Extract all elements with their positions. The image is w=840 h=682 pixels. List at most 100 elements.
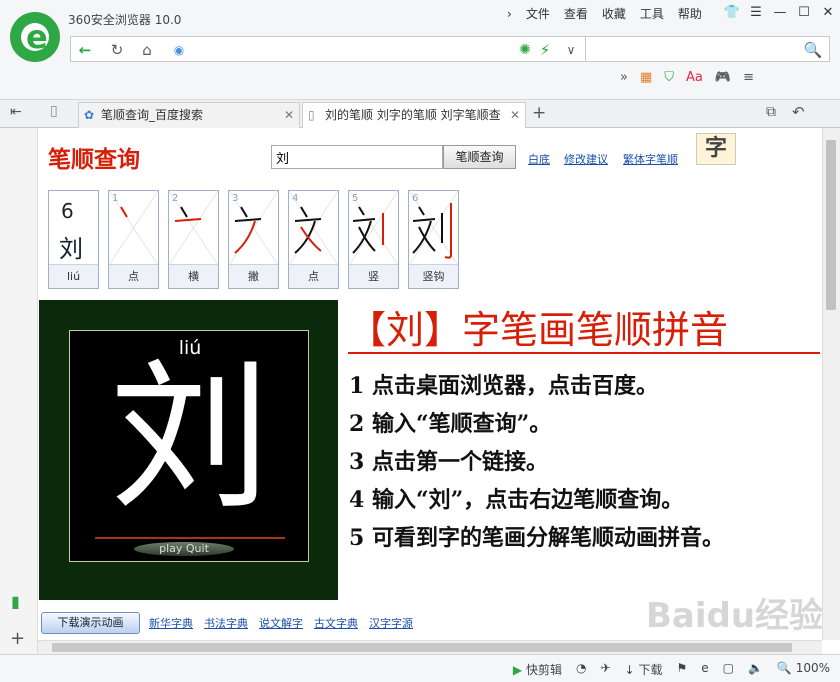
progress-line bbox=[95, 537, 285, 539]
horizontal-scrollbar[interactable] bbox=[38, 640, 822, 654]
link-white-bg[interactable]: 白底 bbox=[528, 151, 550, 167]
game-icon[interactable]: 🎮 bbox=[715, 70, 731, 85]
hscroll-thumb[interactable] bbox=[52, 643, 792, 652]
skin-icon[interactable]: 👕 bbox=[720, 2, 744, 24]
link-ancient[interactable]: 古文字典 bbox=[314, 615, 358, 631]
tab-close-icon[interactable]: ✕ bbox=[284, 103, 294, 127]
search-icon[interactable]: 🔍 bbox=[803, 40, 823, 60]
char-query-input[interactable] bbox=[271, 145, 443, 169]
address-bar[interactable]: ← ↻ ⌂ ◉ ✺ ⚡ ∨ bbox=[70, 36, 586, 62]
window-icon[interactable]: ▢ bbox=[723, 661, 734, 678]
stroke-card[interactable]: 2 横 bbox=[168, 190, 219, 289]
summary-pinyin: liú bbox=[49, 265, 98, 288]
close-icon[interactable]: ✕ bbox=[816, 2, 840, 24]
page-icon: ▯ bbox=[308, 108, 315, 122]
tab-baidu[interactable]: ✿ 笔顺查询_百度搜索 ✕ bbox=[78, 102, 300, 128]
refresh-icon[interactable]: ↻ bbox=[107, 40, 127, 60]
sidebar-toggle-icon[interactable]: ⇤ bbox=[10, 104, 22, 120]
site-info-icon[interactable]: ◉ bbox=[169, 40, 189, 60]
animation-char: 刘 bbox=[109, 344, 270, 531]
play-quit-control[interactable]: play Quit bbox=[134, 542, 234, 556]
home-icon[interactable]: ⌂ bbox=[137, 40, 157, 60]
speed-icon[interactable]: ◔ bbox=[576, 661, 586, 678]
tab-bar: ⇤ ▯ ✿ 笔顺查询_百度搜索 ✕ ▯ 刘的笔顺 刘字的笔顺 刘字笔顺查 ✕ +… bbox=[0, 100, 840, 128]
menu-bar: › 文件 查看 收藏 工具 帮助 bbox=[500, 6, 709, 22]
stroke-count: 6 bbox=[61, 199, 74, 223]
stroke-card[interactable]: 3 撇 bbox=[228, 190, 279, 289]
menu-file[interactable]: 文件 bbox=[519, 6, 557, 22]
menu-help[interactable]: 帮助 bbox=[671, 6, 709, 22]
baidu-paw-icon: ✿ bbox=[84, 108, 95, 122]
download-animation-button[interactable]: 下载演示动画 bbox=[41, 612, 140, 634]
instruction-step: 4 输入“刘”，点击右边笔顺查询。 bbox=[349, 487, 684, 513]
vertical-scrollbar[interactable] bbox=[822, 128, 840, 640]
link-traditional[interactable]: 繁体字笔顺 bbox=[623, 151, 678, 167]
stroke-card[interactable]: 1 点 bbox=[108, 190, 159, 289]
minimize-icon[interactable]: — bbox=[768, 2, 792, 24]
back-icon[interactable]: ← bbox=[75, 40, 95, 60]
instruction-list: 1 点击桌面浏览器，点击百度。 2 输入“笔顺查询”。 3 点击第一个链接。 4… bbox=[349, 367, 724, 557]
flag-icon[interactable]: ⚑ bbox=[676, 661, 687, 678]
app-title: 360安全浏览器 10.0 bbox=[68, 13, 182, 27]
menu-view[interactable]: 查看 bbox=[557, 6, 595, 22]
stroke-name: 撇 bbox=[229, 265, 278, 288]
scroll-thumb[interactable] bbox=[826, 140, 836, 310]
stroke-name: 竖 bbox=[349, 265, 398, 288]
stroke-name: 竖钩 bbox=[409, 265, 458, 288]
query-button[interactable]: 笔顺查询 bbox=[443, 145, 516, 169]
tab-close-icon[interactable]: ✕ bbox=[510, 103, 520, 127]
new-tab-icon[interactable]: + bbox=[532, 103, 546, 123]
tab-stroke-order[interactable]: ▯ 刘的笔顺 刘字的笔顺 刘字笔顺查 ✕ bbox=[302, 102, 526, 128]
shield-icon[interactable]: ⛉ bbox=[664, 70, 674, 85]
download-item[interactable]: ↓ 下载 bbox=[625, 661, 663, 678]
stroke-animation-panel: liú 刘 play Quit bbox=[39, 300, 338, 600]
dropdown-icon[interactable]: ∨ bbox=[561, 40, 581, 60]
menu-expand-icon[interactable]: › bbox=[500, 6, 519, 22]
link-calligraphy[interactable]: 书法字典 bbox=[204, 615, 248, 631]
site-brand[interactable]: 笔顺查询 bbox=[48, 140, 140, 174]
apps-icon[interactable]: ▦ bbox=[640, 70, 652, 85]
translate-icon[interactable]: Aa bbox=[686, 70, 703, 85]
stroke-summary: 6 刘 liú bbox=[48, 190, 99, 289]
menu-tools[interactable]: 工具 bbox=[633, 6, 671, 22]
undo-close-icon[interactable]: ↶ bbox=[792, 103, 805, 121]
title-underline bbox=[348, 352, 820, 354]
browser-titlebar: 360安全浏览器 10.0 › 文件 查看 收藏 工具 帮助 👕 ☰ — ☐ ✕… bbox=[0, 0, 840, 100]
stroke-card[interactable]: 5 竖 bbox=[348, 190, 399, 289]
speed-mode-icon[interactable]: ⚡ bbox=[535, 40, 555, 60]
play-button[interactable]: play bbox=[159, 542, 182, 555]
quit-button[interactable]: Quit bbox=[186, 542, 209, 555]
add-sidebar-icon[interactable]: + bbox=[10, 628, 25, 649]
menu-favorites[interactable]: 收藏 bbox=[595, 6, 633, 22]
browser-logo-icon[interactable] bbox=[10, 12, 60, 62]
search-box[interactable]: 🔍 bbox=[586, 36, 830, 62]
pin-icon[interactable]: ✈ bbox=[600, 661, 610, 678]
tab-list-icon[interactable]: ⧉ bbox=[766, 104, 776, 120]
link-xinhua[interactable]: 新华字典 bbox=[149, 615, 193, 631]
link-shuowen[interactable]: 说文解字 bbox=[259, 615, 303, 631]
page-content: 笔顺查询 笔顺查询 白底 修改建议 繁体字笔顺 字 6 刘 liú 1 点 2 … bbox=[38, 128, 822, 640]
menu-icon[interactable]: ☰ bbox=[744, 2, 768, 24]
battery-icon[interactable]: ▮ bbox=[11, 592, 20, 611]
link-suggest[interactable]: 修改建议 bbox=[564, 151, 608, 167]
stroke-name: 点 bbox=[289, 265, 338, 288]
link-origin[interactable]: 汉字字源 bbox=[369, 615, 413, 631]
zoom-control[interactable]: 🔍 100% bbox=[777, 661, 830, 678]
page-title: 【刘】字笔画笔顺拼音 bbox=[348, 308, 729, 352]
instruction-step: 1 点击桌面浏览器，点击百度。 bbox=[349, 373, 658, 399]
mobile-icon[interactable]: ▯ bbox=[50, 103, 58, 119]
toolbar-menu-icon[interactable]: ≡ bbox=[743, 70, 754, 85]
sound-icon[interactable]: 🔈 bbox=[748, 661, 763, 678]
maximize-icon[interactable]: ☐ bbox=[792, 2, 816, 24]
extension-toolbar: » ▦ ⛉ Aa 🎮 ≡ bbox=[620, 70, 754, 85]
more-extensions-icon[interactable]: » bbox=[620, 70, 628, 85]
quick-edit-item[interactable]: ▶ 快剪辑 bbox=[513, 661, 562, 678]
window-controls: 👕 ☰ — ☐ ✕ bbox=[720, 2, 840, 24]
security-icon: ✺ bbox=[519, 42, 531, 58]
video-edit-icon: ▶ bbox=[512, 663, 523, 677]
instruction-step: 3 点击第一个链接。 bbox=[349, 449, 548, 475]
stroke-card[interactable]: 6 竖钩 bbox=[408, 190, 459, 289]
stroke-name: 点 bbox=[109, 265, 158, 288]
stroke-card[interactable]: 4 点 bbox=[288, 190, 339, 289]
ie-icon[interactable]: e bbox=[701, 661, 708, 678]
